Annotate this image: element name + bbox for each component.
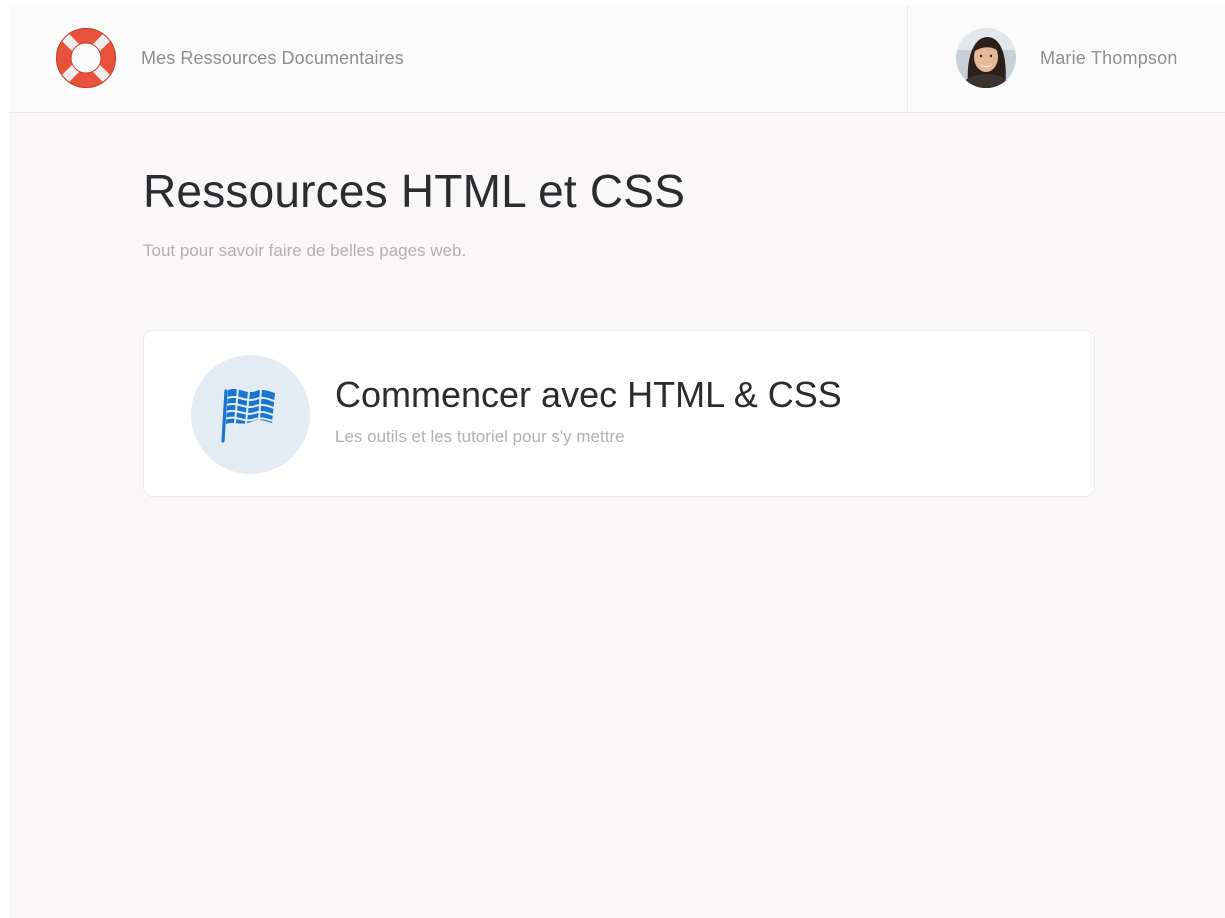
card-description: Les outils et les tutoriel pour s'y mett… (335, 427, 625, 446)
page-subtitle: Tout pour savoir faire de belles pages w… (143, 241, 467, 260)
app-window: Mes Ressources Documentaires Marie Thomp… (9, 5, 1225, 918)
resource-card[interactable]: Commencer avec HTML & CSS Les outils et … (143, 330, 1095, 497)
header-divider (907, 5, 908, 112)
page-title: Ressources HTML et CSS (143, 165, 686, 217)
top-navigation-bar: Mes Ressources Documentaires Marie Thomp… (9, 5, 1225, 113)
user-avatar (956, 28, 1016, 88)
brand-home-link[interactable]: Mes Ressources Documentaires (56, 28, 404, 88)
card-title: Commencer avec HTML & CSS (335, 374, 842, 415)
user-name: Marie Thompson (1040, 47, 1178, 68)
checkered-flag-icon (221, 387, 275, 443)
lifebuoy-icon (56, 28, 116, 88)
brand-label: Mes Ressources Documentaires (141, 47, 404, 68)
user-menu[interactable]: Marie Thompson (956, 28, 1178, 88)
card-icon-circle (191, 355, 310, 474)
